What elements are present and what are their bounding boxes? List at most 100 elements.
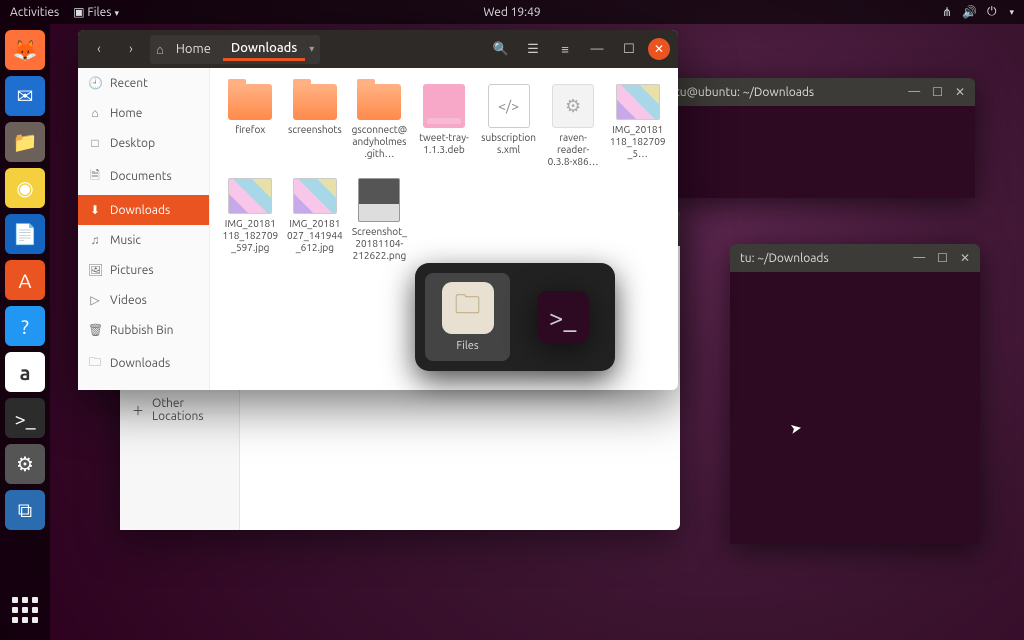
switcher-item-terminal[interactable]: >_Terminal xyxy=(520,273,605,361)
sidebar-icon: 🖼 xyxy=(88,263,102,277)
sidebar-item-label: Downloads xyxy=(110,204,170,217)
clock[interactable]: Wed 19:49 xyxy=(483,6,540,19)
forward-button[interactable]: › xyxy=(118,36,144,62)
sidebar-item-label: Rubbish Bin xyxy=(110,324,173,337)
breadcrumb: ⌂ Home Downloads ▾ xyxy=(150,35,320,64)
crumb-home[interactable]: Home xyxy=(168,39,219,59)
file-item[interactable]: tweet-tray-1.1.3.deb xyxy=(414,82,475,170)
sidebar-item-label: Home xyxy=(110,107,142,120)
file-label: Screenshot_20181104-212622.png xyxy=(351,226,408,262)
app-menu[interactable]: ▣ Files▾ xyxy=(73,5,119,19)
software-icon[interactable]: A xyxy=(5,260,45,300)
libreoffice-writer-icon[interactable]: 📄 xyxy=(5,214,45,254)
screenshot-icon[interactable]: ⧉ xyxy=(5,490,45,530)
sidebar-icon: ⌂ xyxy=(88,106,102,120)
file-label: subscriptions.xml xyxy=(480,132,537,156)
close-button[interactable]: ✕ xyxy=(648,38,670,60)
maximize-button[interactable]: ☐ xyxy=(616,36,642,62)
sidebar-icon: ⬇ xyxy=(88,203,102,217)
top-bar: Activities ▣ Files▾ Wed 19:49 ⋔ 🔊 ⏻ ▾ xyxy=(0,0,1024,24)
amazon-icon[interactable]: a xyxy=(5,352,45,392)
firefox-icon[interactable]: 🦊 xyxy=(5,30,45,70)
img-icon xyxy=(228,178,272,214)
sidebar-item-music[interactable]: ♫ Music xyxy=(78,225,209,255)
close-icon[interactable]: ✕ xyxy=(955,85,965,99)
help-icon[interactable]: ? xyxy=(5,306,45,346)
minimize-icon[interactable]: — xyxy=(908,85,920,99)
sidebar-item-label: Downloads xyxy=(110,357,170,370)
minimize-button[interactable]: — xyxy=(584,36,610,62)
file-item[interactable]: screenshots xyxy=(285,82,346,170)
sidebar-item-rubbish-bin[interactable]: 🗑Rubbish Bin xyxy=(78,315,209,345)
file-label: IMG_20181118_182709_597.jpg xyxy=(222,218,279,254)
file-label: gsconnect@andyholmes.gith… xyxy=(351,124,408,160)
network-icon[interactable]: ⋔ xyxy=(942,5,952,19)
sidebar-item-label: Music xyxy=(110,234,141,247)
sidebar-item-documents[interactable]: 🗎Documents xyxy=(78,158,209,195)
system-menu-chevron-icon[interactable]: ▾ xyxy=(1009,7,1014,18)
cursor-icon: ➤ xyxy=(789,419,804,438)
sidebar-item-recent[interactable]: 🕘Recent xyxy=(78,68,209,98)
sidebar-item[interactable]: ＋Other Locations xyxy=(120,390,239,430)
img-icon xyxy=(616,84,660,120)
home-icon: ⌂ xyxy=(156,42,164,57)
file-item[interactable]: IMG_20181118_182709_5… xyxy=(607,82,668,170)
file-item[interactable]: ⚙ raven-reader-0.3.8-x86… xyxy=(543,82,604,170)
maximize-icon[interactable]: ☐ xyxy=(932,85,943,99)
sidebar-item-videos[interactable]: ▷ Videos xyxy=(78,285,209,315)
file-item[interactable]: Screenshot_20181104-212622.png xyxy=(349,176,410,264)
xml-icon: </> xyxy=(488,84,530,128)
sidebar-item-other-locations[interactable]: ＋Other Locations xyxy=(78,382,209,390)
search-button[interactable]: 🔍 xyxy=(488,36,514,62)
volume-icon[interactable]: 🔊 xyxy=(962,5,977,19)
folder-icon: ＋ xyxy=(132,402,144,419)
terminal-icon[interactable]: >_ xyxy=(5,398,45,438)
hamburger-menu-button[interactable]: ≡ xyxy=(552,36,578,62)
sidebar-icon: ▷ xyxy=(88,293,102,307)
terminal-window-2[interactable]: tu: ~/Downloads — ☐ ✕ xyxy=(730,244,980,544)
close-icon[interactable]: ✕ xyxy=(960,251,970,265)
dock: 🦊 ✉ 📁 ◉ 📄 A? a >_ ⚙ ⧉ xyxy=(0,24,50,640)
file-item[interactable]: IMG_20181027_141944_612.jpg xyxy=(285,176,346,264)
sidebar-item-home[interactable]: ⌂ Home xyxy=(78,98,209,128)
minimize-icon[interactable]: — xyxy=(913,251,925,265)
power-icon[interactable]: ⏻ xyxy=(987,5,997,19)
sidebar-item-downloads[interactable]: 🗀Downloads xyxy=(78,345,209,382)
sidebar-item-downloads[interactable]: ⬇ Downloads xyxy=(78,195,209,225)
file-item[interactable]: </> subscriptions.xml xyxy=(478,82,539,170)
file-item[interactable]: gsconnect@andyholmes.gith… xyxy=(349,82,410,170)
deb-icon xyxy=(423,84,465,128)
folder-icon xyxy=(357,84,401,120)
terminal-window-1[interactable]: tu@ubuntu: ~/Downloads — ☐ ✕ xyxy=(665,78,975,198)
header-bar: ‹ › ⌂ Home Downloads ▾ 🔍 ☰ ≡ — ☐ ✕ xyxy=(78,30,678,68)
rhythmbox-icon[interactable]: ◉ xyxy=(5,168,45,208)
files-icon[interactable]: 📁 xyxy=(5,122,45,162)
maximize-icon[interactable]: ☐ xyxy=(937,251,948,265)
file-label: tweet-tray-1.1.3.deb xyxy=(416,132,473,156)
file-item[interactable]: IMG_20181118_182709_597.jpg xyxy=(220,176,281,264)
sidebar-icon: □ xyxy=(88,136,102,150)
thunderbird-icon[interactable]: ✉ xyxy=(5,76,45,116)
file-label: raven-reader-0.3.8-x86… xyxy=(545,132,602,168)
folder-icon xyxy=(228,84,272,120)
sidebar-item-desktop[interactable]: □Desktop xyxy=(78,128,209,158)
show-applications-button[interactable] xyxy=(5,590,45,630)
file-label: IMG_20181118_182709_5… xyxy=(609,124,666,160)
sidebar-item-pictures[interactable]: 🖼Pictures xyxy=(78,255,209,285)
img-icon xyxy=(293,178,337,214)
sidebar-icon: 🗎 xyxy=(88,166,102,187)
file-item[interactable]: firefox xyxy=(220,82,281,170)
files-icon: 🗀 xyxy=(442,282,494,334)
switcher-label: Files xyxy=(456,340,478,352)
chevron-down-icon[interactable]: ▾ xyxy=(309,43,314,55)
settings-icon[interactable]: ⚙ xyxy=(5,444,45,484)
sidebar-icon: ♫ xyxy=(88,233,102,247)
crumb-current[interactable]: Downloads xyxy=(223,38,305,61)
activities-button[interactable]: Activities xyxy=(10,6,59,19)
back-button[interactable]: ‹ xyxy=(86,36,112,62)
file-label: firefox xyxy=(235,124,265,136)
view-list-button[interactable]: ☰ xyxy=(520,36,546,62)
app-icon: ⚙ xyxy=(552,84,594,128)
sidebar-item-label: Videos xyxy=(110,294,147,307)
switcher-item-files[interactable]: 🗀 Files xyxy=(425,273,510,361)
